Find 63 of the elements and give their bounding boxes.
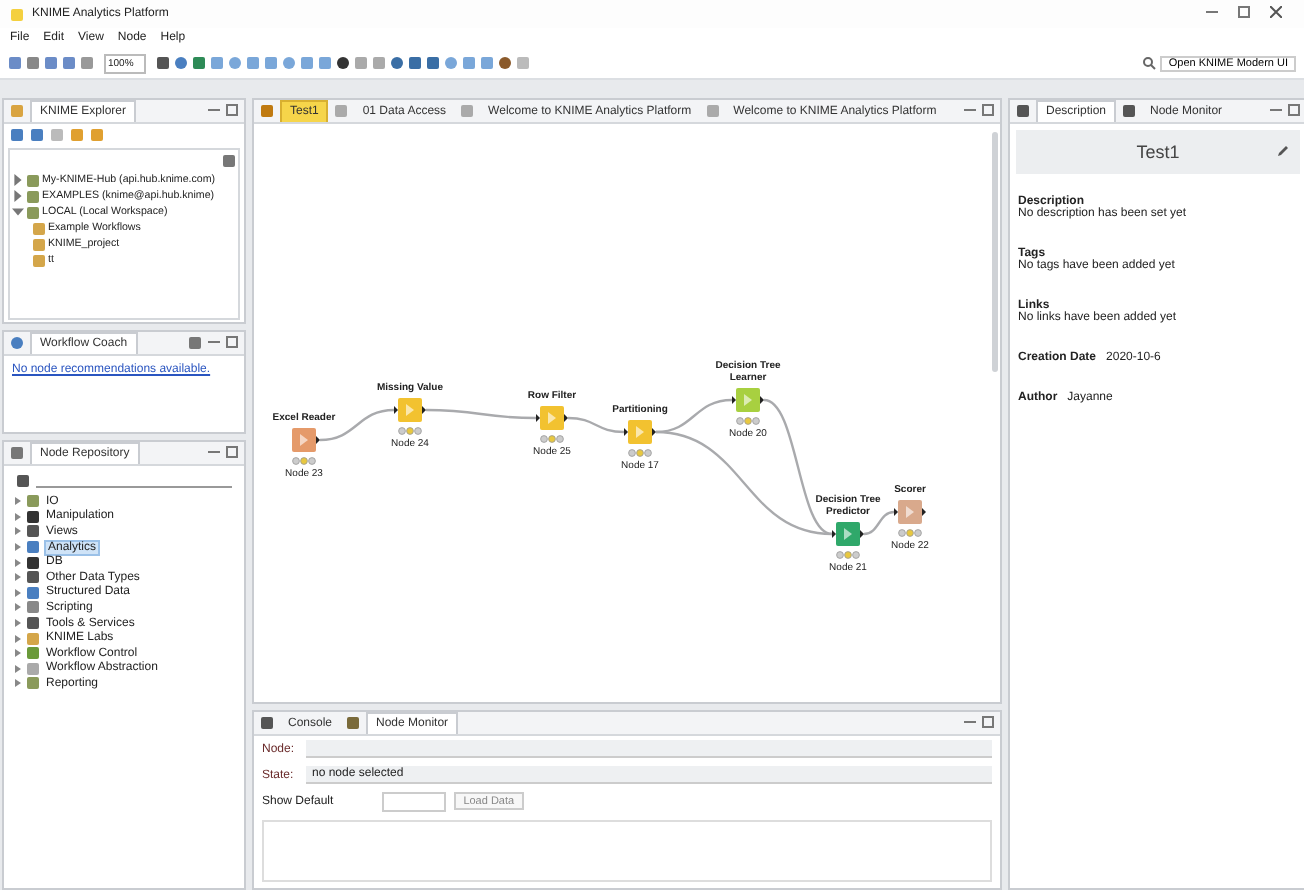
traffic-light-icon [628,448,652,458]
square-icon [50,128,64,142]
square-icon [408,56,422,70]
node-icon[interactable] [894,500,926,524]
maximize-icon[interactable] [1288,103,1300,119]
maximize-icon[interactable] [226,335,238,351]
circle-icon [228,56,242,70]
square-icon [90,128,104,142]
edit-icon[interactable] [1276,144,1290,158]
square-icon [62,56,76,70]
node-icon[interactable] [624,420,656,444]
square-icon [210,56,224,70]
square-icon [30,128,44,142]
workflow-title: Test1 [1136,142,1180,162]
traffic-light-icon [540,434,564,444]
square-icon [426,56,440,70]
square-icon [70,128,84,142]
maximize-icon[interactable] [226,103,238,119]
square-icon [44,56,58,70]
circle-icon [282,56,296,70]
traffic-light-icon [836,550,860,560]
square-icon [462,56,476,70]
traffic-light-icon [736,416,760,426]
close-icon[interactable] [1270,6,1282,22]
square-icon [372,56,386,70]
circle-icon [444,56,458,70]
square-icon [516,56,530,70]
square-icon [80,56,94,70]
square-icon [10,128,24,142]
search-icon[interactable] [1142,56,1157,70]
node-icon[interactable] [394,398,426,422]
square-icon [156,56,170,70]
circle-icon [174,56,188,70]
square-icon [246,56,260,70]
square-icon [354,56,368,70]
maximize-icon[interactable] [226,445,238,461]
expand-toggle-icon[interactable] [12,174,24,186]
maximize-icon[interactable] [982,103,994,119]
connection-line [863,510,895,536]
maximize-icon[interactable] [1238,6,1250,22]
traffic-light-icon [398,426,422,436]
traffic-light-icon [898,528,922,538]
circle-icon [336,56,350,70]
square-icon [300,56,314,70]
square-icon [264,56,278,70]
node-icon[interactable] [536,406,568,430]
circle-icon [390,56,404,70]
traffic-light-icon [292,456,316,466]
square-icon [318,56,332,70]
scrollbar[interactable] [992,132,998,372]
square-icon [480,56,494,70]
square-icon [192,56,206,70]
maximize-icon[interactable] [982,715,994,731]
node-icon[interactable] [732,388,764,412]
connection-line [426,408,536,420]
square-icon [8,56,22,70]
expand-toggle-icon[interactable] [12,206,24,218]
connection-line [567,416,625,434]
node-icon[interactable] [832,522,864,546]
square-icon [26,56,40,70]
circle-icon [498,56,512,70]
node-icon[interactable] [288,428,320,452]
expand-toggle-icon[interactable] [12,190,24,202]
